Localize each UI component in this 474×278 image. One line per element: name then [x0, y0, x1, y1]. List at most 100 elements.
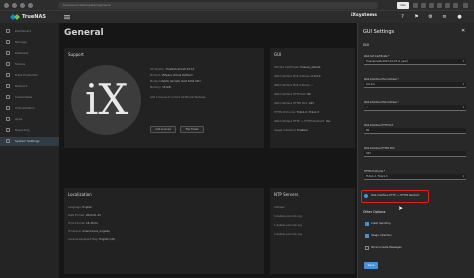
gui-row: Web Interface HTTPS Port: 443	[274, 102, 314, 105]
network-icon	[6, 84, 10, 88]
support-row: OS Version: TrueNAS-SCALE-23.10	[150, 68, 195, 71]
support-note: Add a license to unlock additional featu…	[150, 96, 207, 99]
gui-row: Web Interface IPv6 Address: ::	[274, 84, 314, 87]
sidebar-item-dashboard[interactable]: Dashboard	[0, 27, 59, 36]
sidebar-item-storage[interactable]: Storage	[0, 38, 59, 47]
forward-icon[interactable]	[12, 3, 17, 8]
mouse-cursor-icon: ➤	[398, 205, 404, 212]
bell-icon[interactable]: ⚑	[414, 14, 419, 20]
sidebar-item-shares[interactable]: Shares	[0, 60, 59, 69]
http-port-input[interactable]: 80	[364, 128, 466, 134]
extension-icon[interactable]	[445, 3, 450, 8]
ntp-servers-title: NTP Servers	[274, 192, 299, 197]
reload-icon[interactable]	[20, 3, 25, 8]
table-row[interactable]: 2.debian.pool.ntp.org	[274, 233, 302, 236]
gui-row: HTTPS Protocols: TLSv1.2, TLSv1.3	[274, 111, 319, 114]
table-row[interactable]: 1.debian.pool.ntp.org	[274, 224, 302, 227]
redirect-checkbox[interactable]	[364, 194, 368, 198]
ipv4-select[interactable]: 0.0.0.0 ▾	[364, 82, 466, 88]
user-icon[interactable]: ●	[457, 14, 462, 20]
jobs-icon[interactable]: ≡	[442, 14, 447, 20]
app-logo-text: TrueNAS	[22, 14, 46, 20]
gear-icon[interactable]: ⚙	[428, 14, 433, 20]
chevron-down-icon: ▾	[462, 83, 464, 86]
section-other-options: Other Options	[363, 210, 386, 214]
save-button[interactable]: Save	[364, 262, 378, 269]
section-gui: GUI	[363, 43, 369, 47]
add-license-button[interactable]: Add License	[150, 126, 176, 133]
redirect-label: Web Interface HTTP -> HTTPS Redirect	[371, 194, 420, 197]
console-messages-checkbox[interactable]	[365, 246, 369, 250]
sidebar-item-label: Datasets	[15, 51, 29, 55]
gui-card	[270, 48, 355, 148]
localization-row: Language: English	[68, 206, 92, 209]
ntp-servers-card	[270, 188, 355, 274]
panel-title: GUI Settings	[363, 29, 395, 35]
localization-row: Time Format: 16:45:04	[68, 222, 98, 225]
sidebar-item-label: Storage	[15, 40, 27, 44]
https-port-label: Web Interface HTTPS Port	[364, 147, 395, 150]
home-icon[interactable]	[28, 3, 33, 8]
sidebar-item-label: Dashboard	[15, 29, 32, 33]
extension-icon[interactable]	[413, 3, 418, 8]
sidebar-item-reporting[interactable]: Reporting	[0, 126, 59, 135]
usage-collection-checkbox[interactable]	[365, 234, 369, 238]
http-port-label: Web Interface HTTP Port	[364, 124, 394, 127]
chevron-down-icon: ▾	[462, 106, 464, 109]
back-icon[interactable]	[4, 3, 9, 8]
extension-icon[interactable]	[453, 3, 458, 8]
shares-icon	[6, 62, 10, 66]
sidebar-item-label: Reporting	[15, 128, 30, 132]
help-icon[interactable]: ?	[400, 14, 405, 20]
crash-reporting-label: Crash reporting	[371, 222, 391, 225]
sidebar-item-virtualization[interactable]: Virtualization	[0, 104, 59, 113]
menu-icon[interactable]	[64, 14, 70, 20]
gui-row: Usage collection: Enabled	[274, 129, 308, 132]
sidebar-item-apps[interactable]: Apps	[0, 115, 59, 124]
sidebar-item-system-settings[interactable]: System Settings	[0, 137, 59, 146]
ipv6-select[interactable]: :: ▾	[364, 105, 466, 111]
https-protocols-label: HTTPS Protocols *	[364, 170, 386, 173]
ixsystems-brand[interactable]: iXsystems	[351, 13, 377, 18]
sidebar-item-label: Network	[15, 84, 28, 88]
support-row: Product: VMware Virtual Platform	[150, 74, 193, 77]
sidebar-item-label: Virtualization	[15, 106, 35, 110]
cert-select[interactable]: truenas-web-2023-01-03 (1 year) ▾	[364, 59, 466, 65]
sale-badge[interactable]: Sale	[397, 2, 409, 9]
extension-icon[interactable]	[437, 3, 442, 8]
sidebar-item-datasets[interactable]: Datasets	[0, 49, 59, 58]
localization-row: Date Format: 2024-01-15	[68, 214, 101, 217]
sidebar-item-data-protection[interactable]: Data Protection	[0, 71, 59, 80]
datasets-icon	[6, 51, 10, 55]
sidebar-item-label: System Settings	[15, 139, 40, 143]
gui-row: Web Interface HTTP -> HTTPS Redirect: Ye…	[274, 120, 331, 123]
gui-card-title: GUI	[274, 52, 282, 57]
sidebar-item-credentials[interactable]: Credentials	[0, 93, 59, 102]
extension-icon[interactable]	[421, 3, 426, 8]
table-row[interactable]: 0.debian.pool.ntp.org	[274, 215, 302, 218]
virtualization-icon	[6, 106, 10, 110]
sidebar-item-label: Data Protection	[15, 73, 39, 77]
extension-icon[interactable]	[429, 3, 434, 8]
sidebar-item-label: Apps	[15, 117, 23, 121]
settings-icon	[6, 139, 10, 143]
sidebar-item-network[interactable]: Network	[0, 82, 59, 91]
ntp-table-header: Address	[274, 206, 285, 209]
browser-menu-icon[interactable]	[463, 3, 468, 8]
gui-row: GUI SSL Certificate: freenas_default	[274, 66, 321, 69]
ipv6-label: Web Interface IPv6 Address *	[364, 101, 399, 104]
apps-icon	[6, 117, 10, 121]
file-ticket-button[interactable]: File Ticket	[180, 126, 204, 133]
https-port-input[interactable]: 443	[364, 151, 466, 157]
crash-reporting-checkbox[interactable]	[365, 222, 369, 226]
browser-chrome: truenas.local/ui/system/general Sale	[0, 0, 474, 11]
sidebar-item-label: Credentials	[15, 95, 33, 99]
close-icon[interactable]: ✕	[461, 28, 465, 34]
data-protection-icon	[6, 73, 10, 77]
https-protocols-select[interactable]: TLSv1.2, TLSv1.3 ▾	[364, 174, 466, 180]
ipv4-label: Web Interface IPv4 Address *	[364, 78, 399, 81]
storage-icon	[6, 40, 10, 44]
ix-logo: iX	[71, 65, 141, 135]
support-row: Model: Intel(R) Xeon(R) Gold 6154 CPU	[150, 80, 201, 83]
url-bar[interactable]: truenas.local/ui/system/general	[58, 2, 378, 9]
